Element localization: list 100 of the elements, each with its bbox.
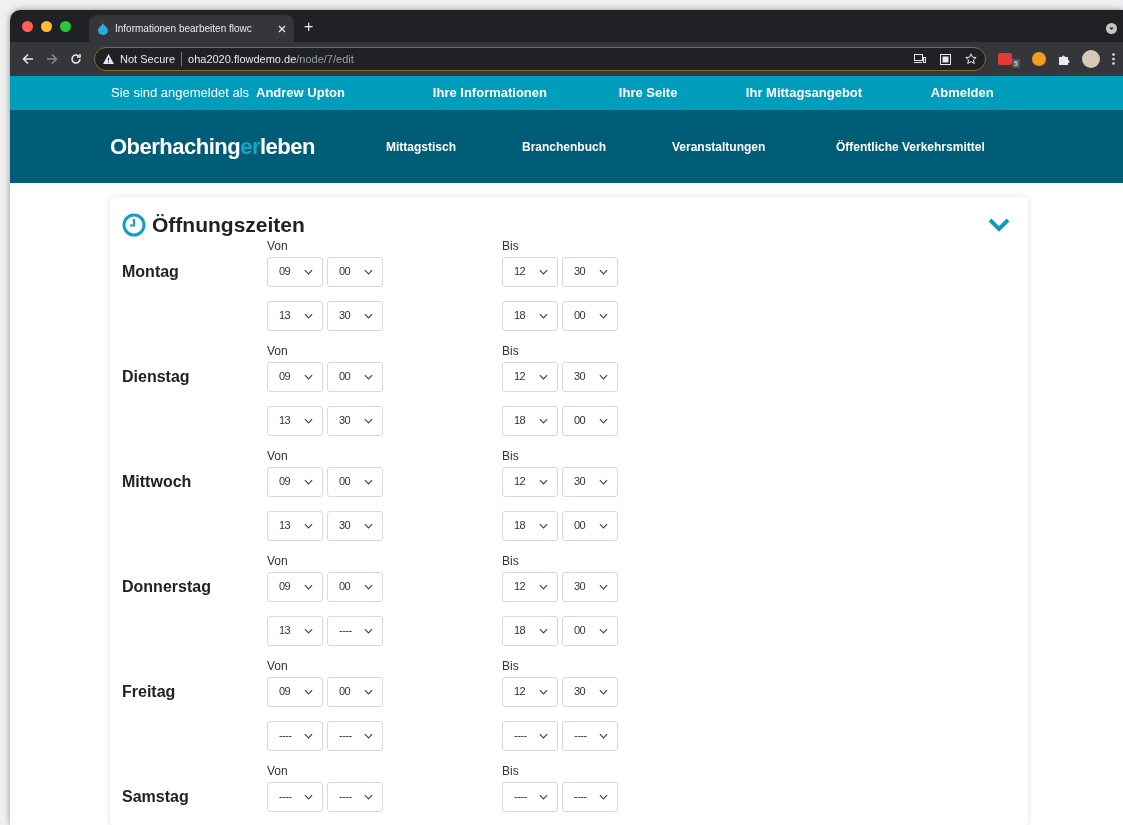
time-select[interactable]: 18 xyxy=(502,405,558,436)
user-name: Andrew Upton xyxy=(256,84,345,103)
chevron-down-icon[interactable] xyxy=(988,217,1010,232)
cast-icon[interactable] xyxy=(914,54,927,64)
time-select[interactable]: 09 xyxy=(267,256,323,287)
time-select[interactable]: 13 xyxy=(267,615,323,646)
time-select[interactable]: ---- xyxy=(502,720,558,751)
time-select[interactable]: 18 xyxy=(502,300,558,331)
time-select[interactable]: 30 xyxy=(562,256,618,287)
time-select[interactable]: 00 xyxy=(562,405,618,436)
avatar[interactable] xyxy=(1082,50,1100,68)
day-label: Mittwoch xyxy=(122,472,192,490)
warning-icon xyxy=(103,54,114,64)
from-label: Von xyxy=(267,553,288,568)
time-select[interactable]: 30 xyxy=(562,361,618,392)
star-icon[interactable] xyxy=(965,53,978,65)
day-label: Montag xyxy=(122,262,179,280)
chevron-down-icon xyxy=(304,478,313,485)
chevron-down-icon xyxy=(539,793,548,800)
chevron-down-icon xyxy=(364,417,373,424)
chevron-down-icon xyxy=(599,268,608,275)
qr-icon[interactable] xyxy=(940,53,952,65)
chevron-down-icon xyxy=(364,312,373,319)
time-select[interactable]: ---- xyxy=(327,720,383,751)
chevron-down-icon xyxy=(364,627,373,634)
time-select[interactable]: ---- xyxy=(327,615,383,646)
chevron-down-icon xyxy=(539,312,548,319)
time-select[interactable]: 13 xyxy=(267,300,323,331)
time-select[interactable]: 30 xyxy=(327,510,383,541)
close-icon[interactable] xyxy=(278,24,286,33)
zoom-window-icon[interactable] xyxy=(60,20,71,32)
chevron-down-icon xyxy=(304,732,313,739)
to-label: Bis xyxy=(502,552,519,568)
time-select[interactable]: 09 xyxy=(267,466,323,497)
time-select[interactable]: 18 xyxy=(502,510,558,541)
url-text: oha2020.flowdemo.de/node/7/edit xyxy=(188,51,354,67)
chevron-down-icon xyxy=(599,312,608,319)
time-select[interactable]: 30 xyxy=(327,300,383,331)
time-select[interactable]: 00 xyxy=(562,615,618,646)
time-select[interactable]: 12 xyxy=(502,466,558,497)
nav-link[interactable]: Mittagstisch xyxy=(386,137,522,156)
time-select[interactable]: 12 xyxy=(502,256,558,287)
time-select[interactable]: 30 xyxy=(562,676,618,707)
time-select[interactable]: 00 xyxy=(562,300,618,331)
time-select[interactable]: 30 xyxy=(327,405,383,436)
time-select[interactable]: 12 xyxy=(502,571,558,602)
time-select[interactable]: 00 xyxy=(327,256,383,287)
time-select[interactable]: 09 xyxy=(267,676,323,707)
nav-link[interactable]: Veranstaltungen xyxy=(672,137,836,156)
back-icon[interactable] xyxy=(22,53,34,65)
chevron-down-icon xyxy=(364,478,373,485)
address-bar[interactable]: Not Secure oha2020.flowdemo.de/node/7/edit xyxy=(94,47,987,71)
nav-link[interactable]: Öffentliche Verkehrsmittel xyxy=(836,137,985,156)
forward-icon[interactable] xyxy=(46,53,58,65)
drop-logo-icon xyxy=(97,22,109,35)
time-select[interactable]: 09 xyxy=(267,361,323,392)
time-select[interactable]: 13 xyxy=(267,405,323,436)
chevron-down-icon xyxy=(364,688,373,695)
time-select[interactable]: 30 xyxy=(562,571,618,602)
time-select[interactable]: 00 xyxy=(327,676,383,707)
time-select[interactable]: 00 xyxy=(327,571,383,602)
to-label: Bis xyxy=(502,447,519,463)
chevron-down-icon xyxy=(599,478,608,485)
time-select[interactable]: 13 xyxy=(267,510,323,541)
minimize-window-icon[interactable] xyxy=(41,20,52,32)
reload-icon[interactable] xyxy=(70,53,82,65)
chevron-down-icon xyxy=(539,732,548,739)
time-select[interactable]: ---- xyxy=(267,781,323,812)
time-select[interactable]: 09 xyxy=(267,571,323,602)
time-select[interactable]: 12 xyxy=(502,361,558,392)
chevron-down-icon xyxy=(599,522,608,529)
time-select[interactable]: ---- xyxy=(562,720,618,751)
time-select[interactable]: 00 xyxy=(327,361,383,392)
chevron-down-icon xyxy=(364,373,373,380)
site-logo[interactable]: Oberhachingerleben xyxy=(110,130,386,163)
time-select[interactable]: ---- xyxy=(267,720,323,751)
time-select[interactable]: ---- xyxy=(327,781,383,812)
to-label: Bis xyxy=(502,762,519,778)
day-label: Dienstag xyxy=(122,367,190,385)
browser-tab[interactable]: Informationen bearbeiten flowc xyxy=(89,15,294,42)
time-select[interactable]: 00 xyxy=(562,510,618,541)
chevron-down-icon xyxy=(364,522,373,529)
time-select[interactable]: 18 xyxy=(502,615,558,646)
time-select[interactable]: 30 xyxy=(562,466,618,497)
close-window-icon[interactable] xyxy=(22,20,33,32)
time-select[interactable]: ---- xyxy=(562,781,618,812)
extension-icon[interactable] xyxy=(998,53,1013,65)
time-select[interactable]: 00 xyxy=(327,466,383,497)
nav-link[interactable]: Branchenbuch xyxy=(522,137,672,156)
chevron-down-icon xyxy=(539,522,548,529)
tab-menu-icon[interactable] xyxy=(1106,23,1117,34)
time-select[interactable]: 12 xyxy=(502,676,558,707)
chevron-down-icon xyxy=(599,688,608,695)
puzzle-icon[interactable] xyxy=(1058,53,1070,65)
chevron-down-icon xyxy=(539,627,548,634)
from-label: Von xyxy=(267,448,288,463)
time-select[interactable]: ---- xyxy=(502,781,558,812)
new-tab-button[interactable]: + xyxy=(304,15,314,39)
more-icon[interactable] xyxy=(1112,53,1115,65)
extension-icon[interactable] xyxy=(1032,52,1046,66)
